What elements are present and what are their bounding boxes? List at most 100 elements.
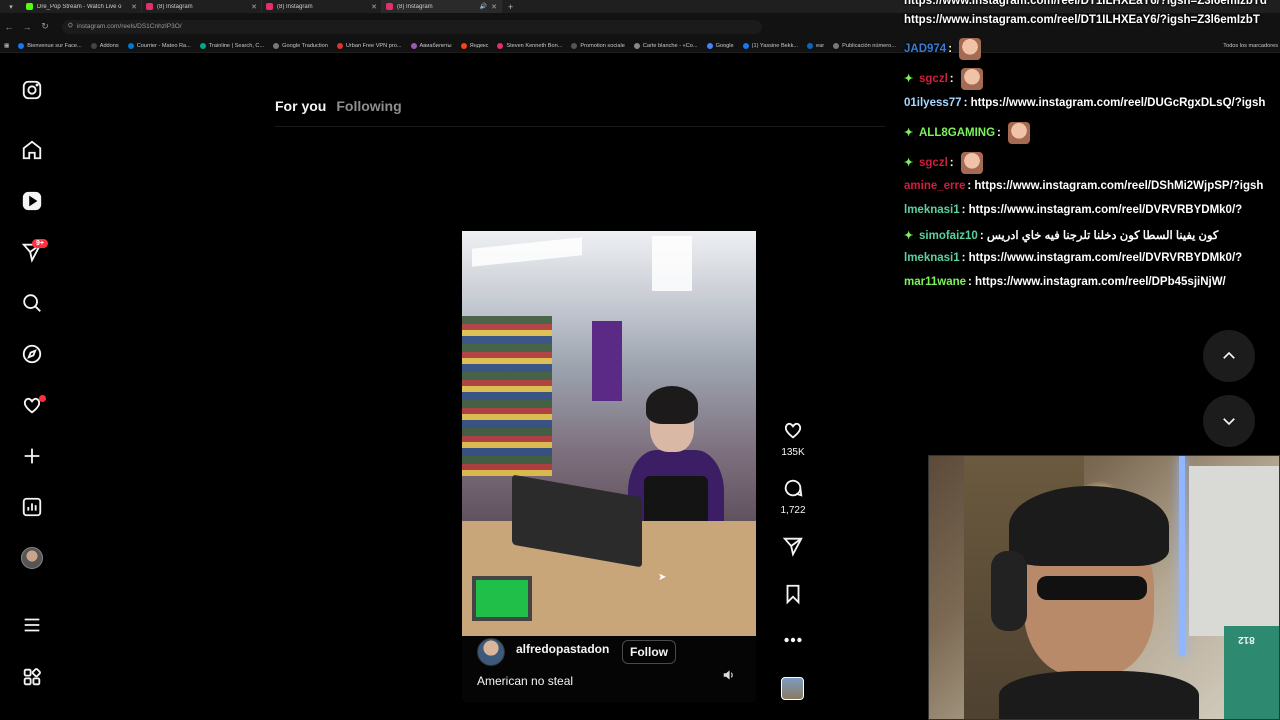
- forward-icon[interactable]: →: [18, 22, 36, 32]
- reel-letterbox: [462, 165, 756, 231]
- more-options-action[interactable]: [776, 629, 810, 651]
- reel-info: alfredopastadon Follow American no steal: [462, 636, 756, 702]
- original-audio-thumbnail[interactable]: [781, 677, 804, 700]
- bookmark-item[interactable]: Carte blanche - «Co...: [633, 43, 698, 49]
- bookmark-icon[interactable]: [782, 583, 804, 605]
- bookmark-label: Google Traduction: [282, 43, 328, 49]
- video-ceiling-light: [652, 236, 692, 291]
- chat-emote-icon: [960, 152, 983, 174]
- bookmark-item[interactable]: Google: [706, 43, 734, 49]
- streamer-webcam: 812: [928, 455, 1280, 720]
- chevron-up-icon: [1223, 351, 1235, 359]
- chat-emote-icon: [960, 68, 983, 90]
- tab-favicon-icon: [146, 3, 153, 10]
- apps-icon[interactable]: ▦: [4, 43, 9, 49]
- reel-player[interactable]: ➤ alfredopastadon Follow American no ste…: [462, 165, 756, 702]
- chat-username[interactable]: sgczl: [919, 73, 948, 85]
- volume-icon[interactable]: [722, 668, 736, 682]
- chat-username[interactable]: 01ilyess77: [904, 97, 962, 109]
- chat-username[interactable]: mar11wane: [904, 276, 966, 288]
- bookmark-item[interactable]: Bienvenue sur Face...: [18, 43, 82, 49]
- comment-icon[interactable]: [782, 477, 804, 499]
- share-icon[interactable]: [782, 535, 804, 557]
- chat-message: 01ilyess77: https://www.instagram.com/re…: [904, 97, 1265, 109]
- next-reel-button[interactable]: [1203, 395, 1255, 447]
- close-tab-icon[interactable]: ✕: [251, 3, 257, 11]
- chat-username[interactable]: ALL8GAMING: [919, 127, 995, 139]
- url-field[interactable]: ⛭ instagram.com/reels/DS1CnhzIP3O/: [62, 19, 762, 34]
- search-icon[interactable]: [20, 291, 44, 315]
- explore-icon[interactable]: [20, 342, 44, 366]
- bookmark-item[interactable]: Steven Kenneth Bon...: [497, 43, 562, 49]
- close-tab-icon[interactable]: ✕: [491, 3, 497, 11]
- bookmark-item[interactable]: Trainline | Search, C...: [199, 43, 264, 49]
- save-action[interactable]: [776, 583, 810, 605]
- bookmark-item[interactable]: Publicación número...: [833, 43, 896, 49]
- bookmark-item[interactable]: Яндекс: [460, 43, 488, 49]
- chat-message: mar11wane: https://www.instagram.com/ree…: [904, 276, 1226, 288]
- previous-reel-button[interactable]: [1203, 330, 1255, 382]
- comment-action[interactable]: 1,722: [776, 477, 810, 516]
- back-icon[interactable]: ←: [0, 22, 18, 32]
- chat-message: lmeknasi1: https://www.instagram.com/ree…: [904, 252, 1242, 264]
- bookmark-favicon-icon: [706, 43, 713, 49]
- also-from-meta-icon[interactable]: [20, 665, 44, 689]
- tab-following[interactable]: Following: [336, 98, 401, 114]
- home-icon[interactable]: [20, 138, 44, 162]
- bookmark-item[interactable]: Urban Free VPN pro...: [336, 43, 402, 49]
- bookmark-item[interactable]: Авиабилеты: [410, 43, 452, 49]
- chat-username[interactable]: lmeknasi1: [904, 204, 960, 216]
- bookmark-item[interactable]: ear: [807, 43, 824, 49]
- chat-username[interactable]: simofaiz10: [919, 230, 978, 242]
- bookmark-label: Авиабилеты: [419, 43, 452, 49]
- create-icon[interactable]: [20, 444, 44, 468]
- headset-icon: [991, 551, 1027, 631]
- chat-username[interactable]: lmeknasi1: [904, 252, 960, 264]
- share-action[interactable]: [776, 535, 810, 557]
- webcam-led-strip: [1179, 456, 1185, 656]
- reel-video-frame[interactable]: [462, 231, 756, 636]
- tab-title: Dre_Pop Stream - Watch Live o: [37, 3, 122, 10]
- bookmark-item[interactable]: Courrier - Mateo Ra...: [127, 43, 191, 49]
- chat-username[interactable]: amine_erre: [904, 180, 965, 192]
- ellipsis-icon[interactable]: [782, 629, 804, 651]
- bookmark-label: ear: [816, 43, 825, 49]
- reel-caption: American no steal: [477, 674, 574, 688]
- follow-button[interactable]: Follow: [622, 640, 676, 664]
- reels-icon[interactable]: [20, 189, 44, 213]
- more-icon[interactable]: [20, 613, 44, 637]
- browser-tab[interactable]: (8) Instagram ✕: [142, 0, 262, 13]
- jersey-number: 812: [1238, 634, 1255, 645]
- tab-for-you[interactable]: For you: [275, 98, 326, 114]
- close-tab-icon[interactable]: ✕: [371, 3, 377, 11]
- heart-icon[interactable]: [782, 419, 804, 441]
- bookmark-item[interactable]: Addons: [90, 43, 119, 49]
- browser-tab[interactable]: Dre_Pop Stream - Watch Live o ✕: [22, 0, 142, 13]
- chat-username[interactable]: sgczl: [919, 157, 948, 169]
- bookmark-item[interactable]: Promotion sociale: [571, 43, 625, 49]
- sub-badge-icon: ✦: [904, 157, 914, 170]
- browser-tab[interactable]: (8) Instagram 🔊 ✕: [382, 0, 502, 13]
- dashboard-icon[interactable]: [20, 495, 44, 519]
- reload-icon[interactable]: ↻: [36, 21, 54, 32]
- site-info-icon[interactable]: ⛭: [68, 23, 73, 30]
- author-avatar[interactable]: [477, 638, 505, 666]
- profile-icon[interactable]: [20, 546, 44, 570]
- tab-audio-icon[interactable]: 🔊: [480, 3, 487, 10]
- bookmark-item[interactable]: Google Traduction: [273, 43, 328, 49]
- tab-title: (8) Instagram: [157, 3, 193, 10]
- chat-username[interactable]: JAD974: [904, 43, 946, 55]
- author-username[interactable]: alfredopastadon: [516, 642, 609, 656]
- browser-tab[interactable]: (8) Instagram ✕: [262, 0, 382, 13]
- bookmark-item[interactable]: (1) Yassine Bekk...: [742, 43, 798, 49]
- instagram-logo-icon[interactable]: [20, 78, 44, 102]
- new-tab-button[interactable]: +: [508, 2, 513, 12]
- close-tab-icon[interactable]: ✕: [131, 3, 137, 11]
- chat-separator: :: [961, 204, 969, 216]
- chat-text: https://www.instagram.com/reel/DUGcRgxDL…: [970, 97, 1266, 109]
- chat-message: https://www.instagram.com/reel/DT1ILHXEa…: [904, 14, 1260, 26]
- tab-list-button[interactable]: ▾: [0, 0, 22, 13]
- tabs-container: Dre_Pop Stream - Watch Live o ✕ (8) Instag…: [22, 0, 502, 13]
- messages-badge: 9+: [32, 239, 48, 248]
- like-action[interactable]: 135K: [776, 419, 810, 458]
